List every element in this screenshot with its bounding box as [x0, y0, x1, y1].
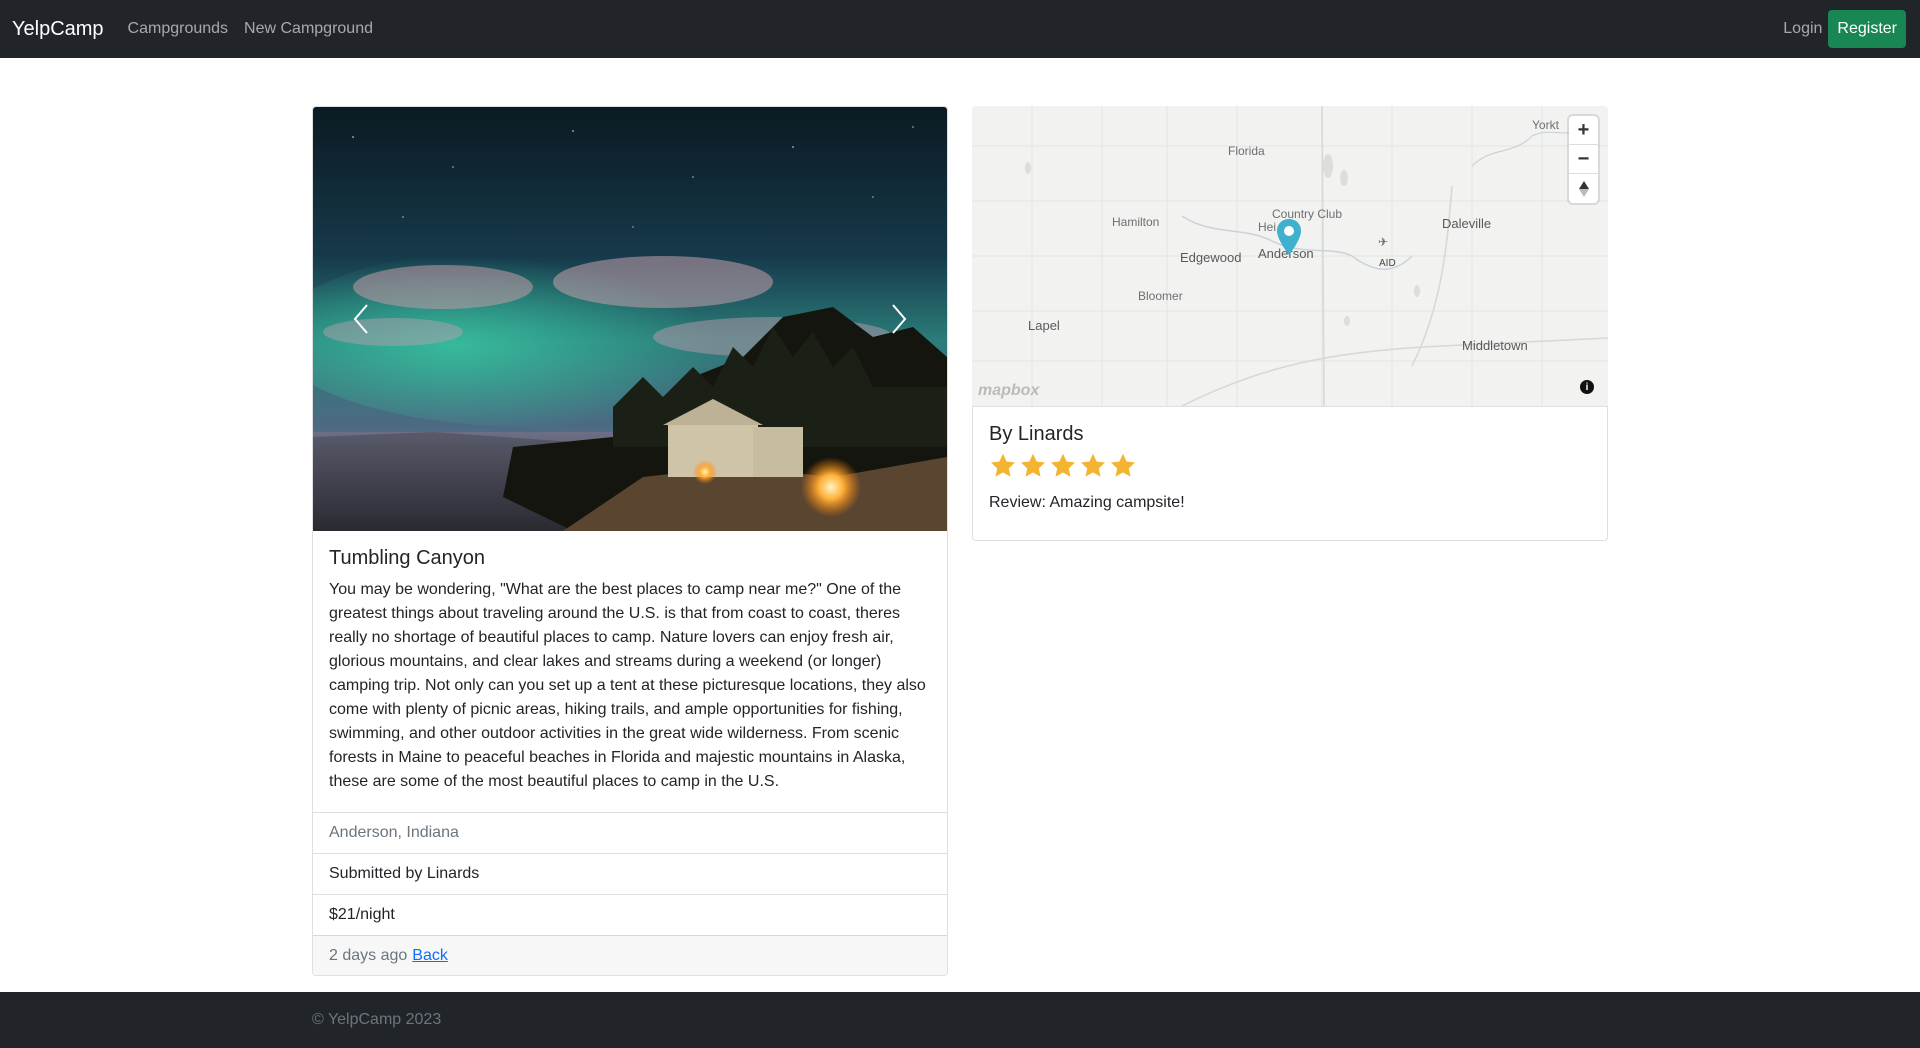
map-label-lapel: Lapel	[1028, 318, 1060, 333]
login-link[interactable]: Login	[1783, 20, 1822, 38]
back-link[interactable]: Back	[412, 947, 448, 965]
star-icon	[1050, 453, 1076, 477]
posted-time: 2 days ago	[329, 947, 408, 964]
map-label-daleville: Daleville	[1442, 216, 1492, 231]
carousel-next-button[interactable]	[851, 107, 947, 531]
star-icon	[1080, 453, 1106, 477]
chevron-right-icon	[892, 304, 907, 334]
zoom-out-button[interactable]: −	[1569, 145, 1598, 174]
airport-icon: ✈	[1378, 235, 1389, 249]
map-label-hamilton: Hamilton	[1112, 215, 1160, 229]
copyright-text: © YelpCamp 2023	[312, 1011, 442, 1028]
review-card: By Linards Review: Amazing campsite!	[972, 406, 1608, 541]
review-author: By Linards	[989, 423, 1084, 445]
carousel-prev-button[interactable]	[313, 107, 409, 531]
campground-title: Tumbling Canyon	[329, 547, 486, 569]
nav-link-campgrounds[interactable]: Campgrounds	[128, 20, 229, 38]
map-zoom-controls: + −	[1569, 116, 1598, 203]
campground-description: You may be wondering, "What are the best…	[329, 581, 926, 790]
star-icon	[1110, 453, 1136, 477]
campground-author: Submitted by Linards	[313, 853, 947, 894]
chevron-left-icon	[353, 304, 368, 334]
campground-price: $21/night	[313, 894, 947, 935]
star-icon	[1020, 453, 1046, 477]
star-rating	[989, 452, 1591, 480]
mapbox-logo[interactable]: mapbox	[978, 382, 1039, 400]
map-label-middletown: Middletown	[1462, 338, 1528, 353]
star-icon	[990, 453, 1016, 477]
map[interactable]: Florida Yorkt Country Club Hei Hamilton …	[972, 106, 1608, 406]
brand-link[interactable]: YelpCamp	[12, 18, 104, 41]
campground-card-body: Tumbling Canyon You may be wondering, "W…	[313, 531, 947, 812]
nav-auth: Login Register	[1783, 10, 1906, 48]
campground-card: Tumbling Canyon You may be wondering, "W…	[312, 106, 948, 976]
map-label-florida: Florida	[1228, 144, 1265, 158]
campground-location: Anderson, Indiana	[313, 812, 947, 853]
location-pin-icon[interactable]	[1276, 218, 1302, 256]
navbar: YelpCamp Campgrounds New Campground Logi…	[0, 0, 1920, 58]
card-footer: 2 days ago Back	[313, 935, 947, 975]
map-label-hei: Hei	[1258, 220, 1277, 234]
compass-icon	[1578, 180, 1589, 197]
map-label-aid: AID	[1379, 258, 1396, 269]
map-label-yorktown: Yorkt	[1532, 118, 1559, 132]
image-carousel	[313, 107, 947, 531]
map-label-edgewood: Edgewood	[1180, 250, 1242, 265]
info-icon[interactable]: i	[1580, 380, 1594, 394]
review-text: Review: Amazing campsite!	[989, 494, 1185, 511]
zoom-in-button[interactable]: +	[1569, 116, 1598, 145]
footer: © YelpCamp 2023	[0, 992, 1920, 1048]
nav-link-new-campground[interactable]: New Campground	[244, 20, 373, 38]
register-button[interactable]: Register	[1828, 10, 1906, 48]
map-label-bloomer: Bloomer	[1138, 289, 1183, 303]
compass-button[interactable]	[1569, 174, 1598, 203]
